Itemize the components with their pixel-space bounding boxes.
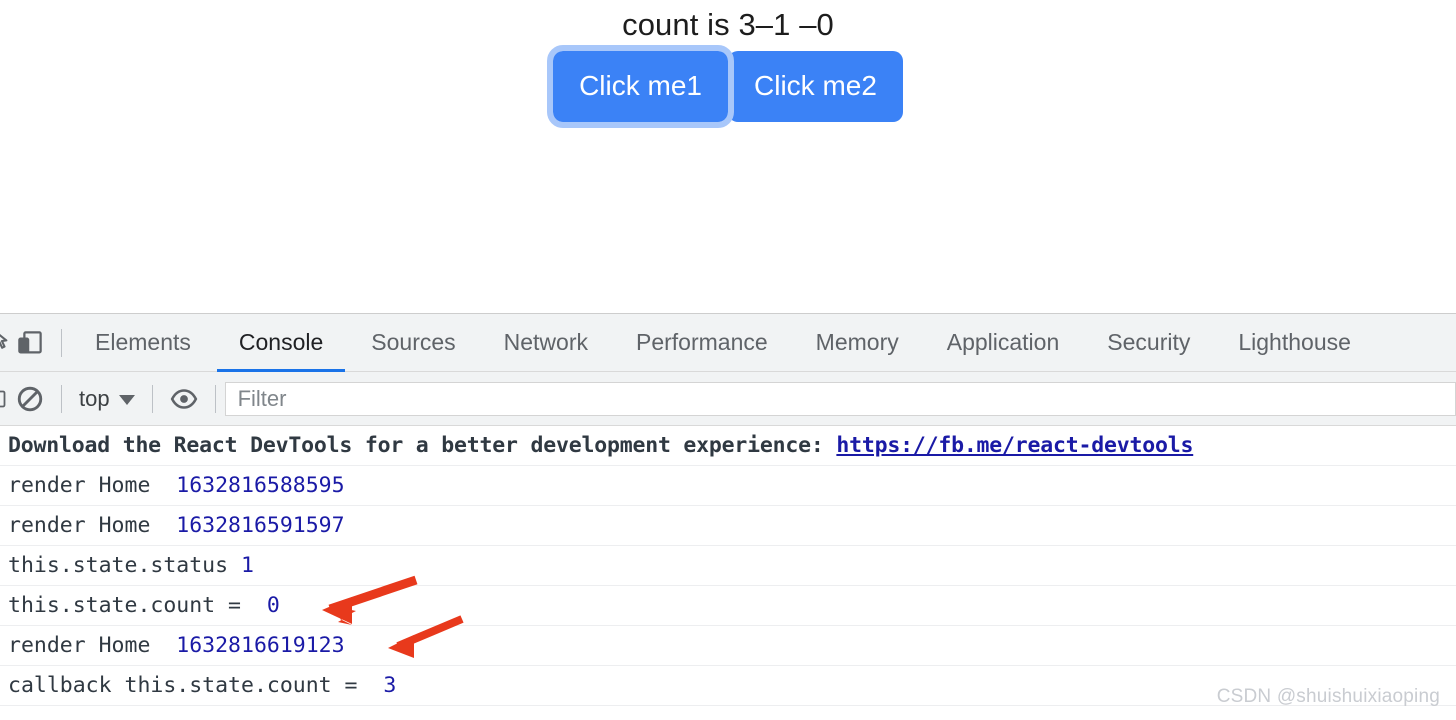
console-row-react-devtools-banner: Download the React DevTools for a better…: [0, 426, 1456, 466]
table-row: render Home 1632816591597: [0, 506, 1456, 546]
log-label: this.state.status: [8, 553, 241, 578]
log-value: 1632816588595: [176, 473, 345, 498]
tab-sources[interactable]: Sources: [347, 314, 479, 372]
log-label: render Home: [8, 633, 177, 658]
filter-input[interactable]: Filter: [224, 381, 1456, 416]
tab-performance[interactable]: Performance: [612, 314, 792, 372]
tab-memory[interactable]: Memory: [792, 314, 923, 372]
toolbar-divider-3: [151, 384, 153, 413]
tab-elements[interactable]: Elements: [71, 314, 215, 372]
chevron-down-icon: [118, 395, 135, 405]
tab-network[interactable]: Network: [480, 314, 612, 372]
button-row: Click me1 Click me2: [547, 45, 903, 128]
log-label: render Home: [8, 513, 177, 538]
clear-console-icon[interactable]: [8, 377, 52, 421]
live-expression-eye-icon[interactable]: [162, 377, 206, 421]
devtools-panel: Elements Console Sources Network Perform…: [0, 313, 1456, 720]
react-devtools-link[interactable]: https://fb.me/react-devtools: [836, 433, 1193, 458]
screenshot-root: count is 3–1 –0 Click me1 Click me2 Elem…: [0, 0, 1456, 720]
devtools-tabbar: Elements Console Sources Network Perform…: [0, 314, 1456, 372]
table-row: render Home 1632816619123: [0, 626, 1456, 666]
sidebar-toggle-icon[interactable]: [0, 377, 8, 421]
log-label: this.state.count =: [8, 593, 267, 618]
table-row: this.state.status 1: [0, 546, 1456, 586]
devtools-tab-list: Elements Console Sources Network Perform…: [71, 314, 1456, 372]
page-viewport: count is 3–1 –0 Click me1 Click me2: [0, 0, 1456, 313]
console-message-list[interactable]: Download the React DevTools for a better…: [0, 426, 1456, 720]
tab-application[interactable]: Application: [923, 314, 1084, 372]
inspect-element-icon[interactable]: [0, 321, 8, 365]
log-value: 1: [241, 553, 254, 578]
device-toolbar-icon[interactable]: [8, 321, 52, 365]
filter-placeholder: Filter: [237, 385, 287, 411]
log-value: 1632816591597: [176, 513, 345, 538]
toolbar-divider-4: [214, 384, 216, 413]
execution-context-value: top: [79, 385, 110, 411]
click-me2-button[interactable]: Click me2: [728, 51, 903, 122]
log-value: 3: [383, 673, 397, 698]
log-label: callback this.state.count =: [8, 673, 384, 698]
tab-lighthouse[interactable]: Lighthouse: [1214, 314, 1375, 372]
log-value: 1632816619123: [176, 633, 345, 658]
page-title: count is 3–1 –0: [622, 7, 834, 42]
execution-context-select[interactable]: top: [71, 386, 143, 412]
console-toolbar: top Filter: [0, 372, 1456, 426]
app-content: count is 3–1 –0 Click me1 Click me2: [0, 4, 1456, 128]
watermark: CSDN @shuishuixiaoping: [1216, 686, 1440, 707]
table-row: this.state.count = 0: [0, 586, 1456, 626]
banner-text: Download the React DevTools for a better…: [8, 433, 837, 458]
tab-console[interactable]: Console: [215, 314, 347, 372]
toolbar-divider-2: [61, 384, 62, 413]
log-label: render Home: [8, 473, 177, 498]
table-row: render Home 1632816588595: [0, 466, 1456, 506]
log-value: 0: [266, 593, 280, 618]
toolbar-divider: [61, 328, 62, 357]
tab-security[interactable]: Security: [1083, 314, 1214, 372]
click-me1-button[interactable]: Click me1: [547, 45, 734, 128]
